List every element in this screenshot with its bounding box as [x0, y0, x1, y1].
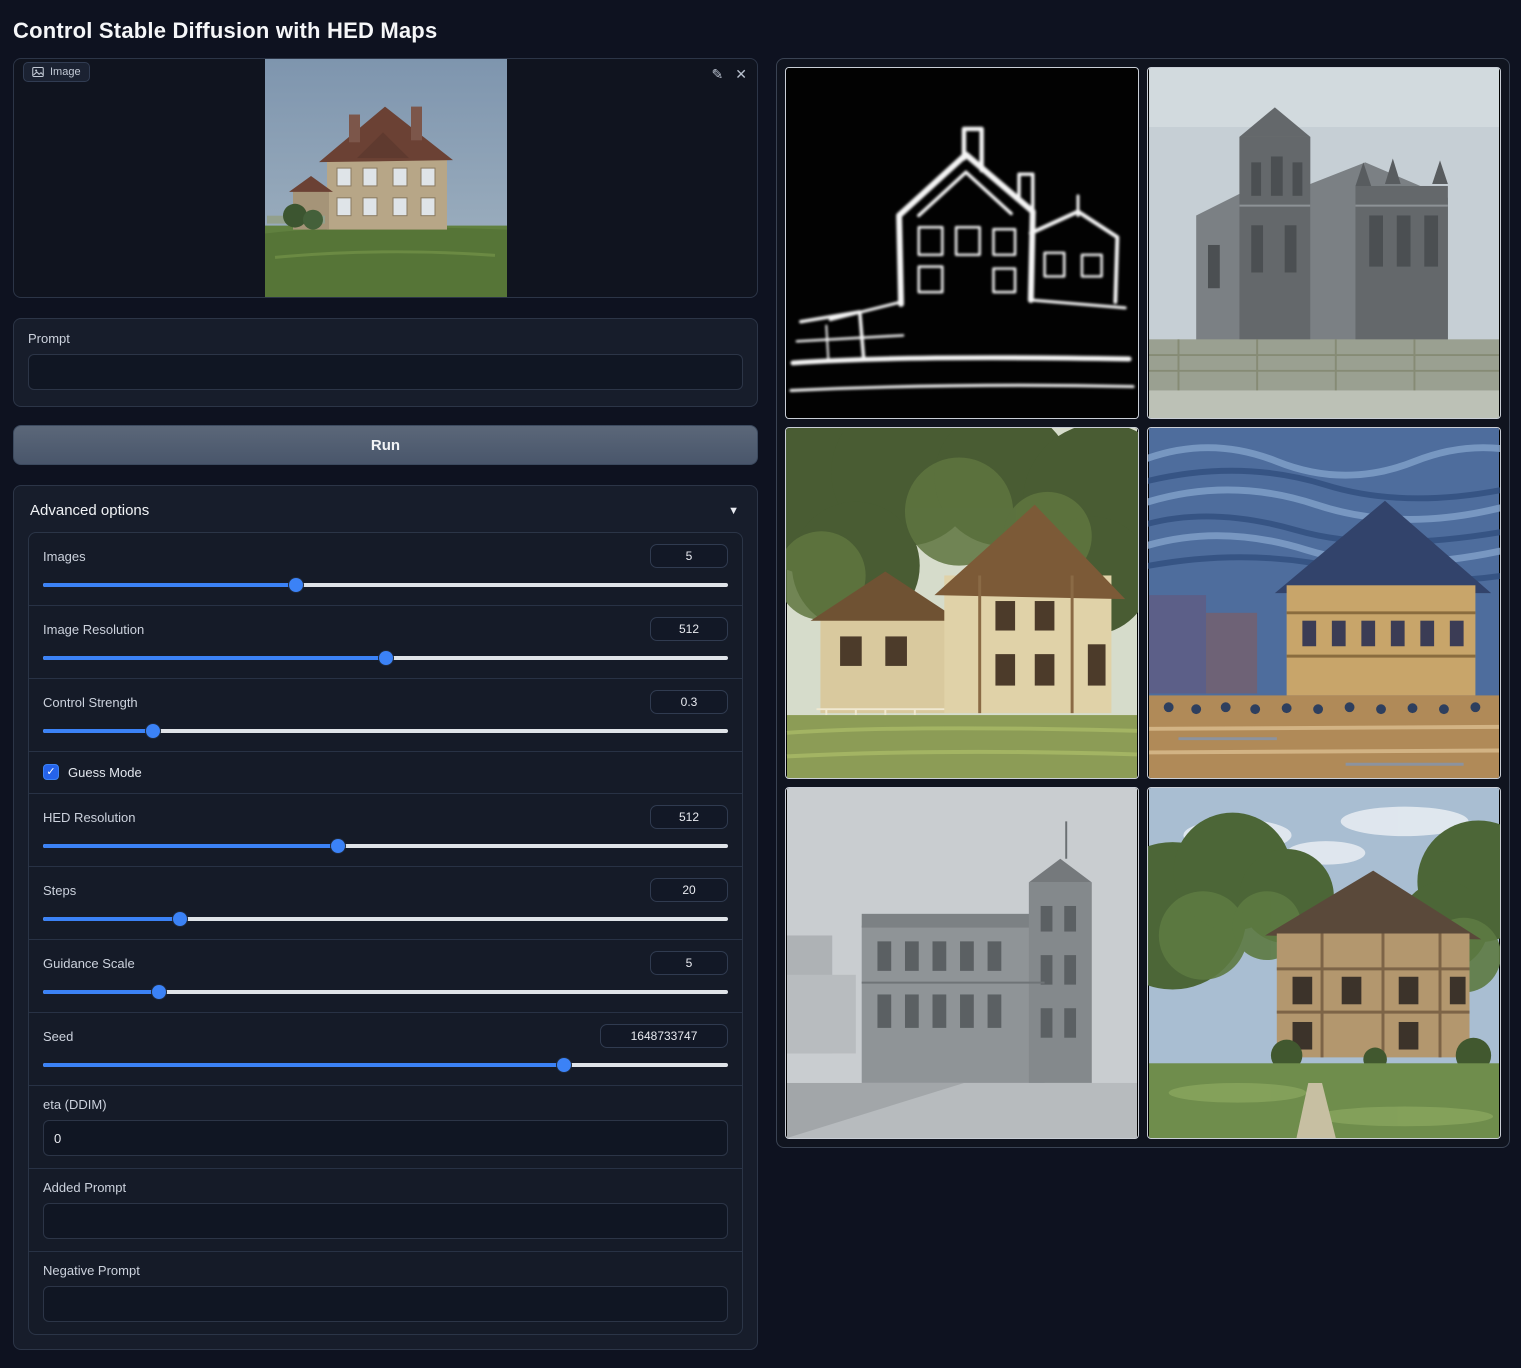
gallery-item-hed-edge-map[interactable]	[785, 67, 1139, 419]
seed-slider[interactable]	[43, 1057, 728, 1073]
input-house-photo	[265, 59, 507, 297]
clear-image-button[interactable]: ✕	[735, 67, 747, 81]
gallery-item-grayscale-building[interactable]	[785, 787, 1139, 1139]
slider-handle[interactable]	[152, 985, 166, 999]
prompt-label: Prompt	[28, 331, 743, 346]
control-strength-label: Control Strength	[43, 695, 138, 710]
cathedral-image	[1148, 68, 1500, 418]
guess-mode-checkbox[interactable]: ✓ Guess Mode	[43, 764, 142, 780]
guess-mode-label: Guess Mode	[68, 765, 142, 780]
output-gallery	[776, 58, 1510, 1148]
gallery-item-house-painting[interactable]	[785, 427, 1139, 779]
hed-resolution-row: HED Resolution	[29, 793, 742, 866]
slider-handle[interactable]	[173, 912, 187, 926]
page-title: Control Stable Diffusion with HED Maps	[13, 10, 1508, 58]
advanced-options-label: Advanced options	[30, 502, 149, 519]
seed-row: Seed	[29, 1012, 742, 1085]
slider-handle[interactable]	[289, 578, 303, 592]
stylized-painting-image	[1148, 428, 1500, 778]
guess-mode-row: ✓ Guess Mode	[29, 751, 742, 793]
hed-resolution-label: HED Resolution	[43, 810, 136, 825]
images-slider[interactable]	[43, 577, 728, 593]
image-input-block: Image ✎ ✕	[13, 58, 758, 298]
seed-value-input[interactable]	[600, 1024, 728, 1048]
input-image[interactable]	[14, 59, 757, 297]
advanced-options-header[interactable]: Advanced options ▼	[28, 500, 743, 532]
grayscale-building-image	[786, 788, 1138, 1138]
hed-resolution-value-input[interactable]	[650, 805, 728, 829]
hed-resolution-slider[interactable]	[43, 838, 728, 854]
slider-fill	[43, 656, 386, 660]
advanced-options-block: Advanced options ▼ Images	[13, 485, 758, 1350]
edit-image-button[interactable]: ✎	[712, 67, 724, 81]
country-house-image	[1148, 788, 1500, 1138]
guidance-scale-value-input[interactable]	[650, 951, 728, 975]
steps-value-input[interactable]	[650, 878, 728, 902]
image-resolution-slider[interactable]	[43, 650, 728, 666]
control-strength-slider[interactable]	[43, 723, 728, 739]
slider-handle[interactable]	[146, 724, 160, 738]
control-strength-row: Control Strength	[29, 678, 742, 751]
eta-input[interactable]	[43, 1120, 728, 1156]
eta-row: eta (DDIM)	[29, 1085, 742, 1168]
added-prompt-input[interactable]	[43, 1203, 728, 1239]
slider-fill	[43, 583, 296, 587]
guidance-scale-label: Guidance Scale	[43, 956, 135, 971]
advanced-options-form: Images Image Resolution	[28, 532, 743, 1335]
controls-column: Image ✎ ✕	[13, 58, 758, 1350]
eta-label: eta (DDIM)	[43, 1097, 728, 1112]
checkbox-checked-icon: ✓	[43, 764, 59, 780]
steps-row: Steps	[29, 866, 742, 939]
gallery-item-cathedral[interactable]	[1147, 67, 1501, 419]
hed-edge-map-image	[786, 68, 1138, 418]
prompt-block: Prompt	[13, 318, 758, 407]
slider-handle[interactable]	[557, 1058, 571, 1072]
house-painting-image	[786, 428, 1138, 778]
negative-prompt-label: Negative Prompt	[43, 1263, 728, 1278]
image-resolution-row: Image Resolution	[29, 605, 742, 678]
gallery-item-stylized-painting[interactable]	[1147, 427, 1501, 779]
slider-fill	[43, 990, 159, 994]
images-value-input[interactable]	[650, 544, 728, 568]
slider-fill	[43, 844, 338, 848]
steps-slider[interactable]	[43, 911, 728, 927]
images-label: Images	[43, 549, 86, 564]
image-label: Image	[50, 66, 81, 78]
slider-fill	[43, 729, 153, 733]
slider-fill	[43, 917, 180, 921]
main-layout: Image ✎ ✕	[13, 58, 1508, 1350]
slider-handle[interactable]	[379, 651, 393, 665]
negative-prompt-row: Negative Prompt	[29, 1251, 742, 1334]
prompt-input[interactable]	[28, 354, 743, 390]
control-strength-value-input[interactable]	[650, 690, 728, 714]
image-resolution-label: Image Resolution	[43, 622, 144, 637]
slider-handle[interactable]	[331, 839, 345, 853]
check-icon: ✓	[46, 767, 55, 778]
added-prompt-label: Added Prompt	[43, 1180, 728, 1195]
negative-prompt-input[interactable]	[43, 1286, 728, 1322]
chevron-down-icon: ▼	[728, 505, 739, 517]
added-prompt-row: Added Prompt	[29, 1168, 742, 1251]
image-icon	[32, 66, 44, 78]
slider-fill	[43, 1063, 564, 1067]
app-root: Control Stable Diffusion with HED Maps I…	[0, 0, 1521, 1368]
guidance-scale-slider[interactable]	[43, 984, 728, 1000]
image-resolution-value-input[interactable]	[650, 617, 728, 641]
run-button[interactable]: Run	[13, 425, 758, 465]
gallery-item-country-house[interactable]	[1147, 787, 1501, 1139]
guidance-scale-row: Guidance Scale	[29, 939, 742, 1012]
seed-label: Seed	[43, 1029, 73, 1044]
image-actions: ✎ ✕	[712, 67, 747, 81]
images-row: Images	[29, 533, 742, 605]
steps-label: Steps	[43, 883, 76, 898]
image-label-badge: Image	[23, 62, 90, 82]
